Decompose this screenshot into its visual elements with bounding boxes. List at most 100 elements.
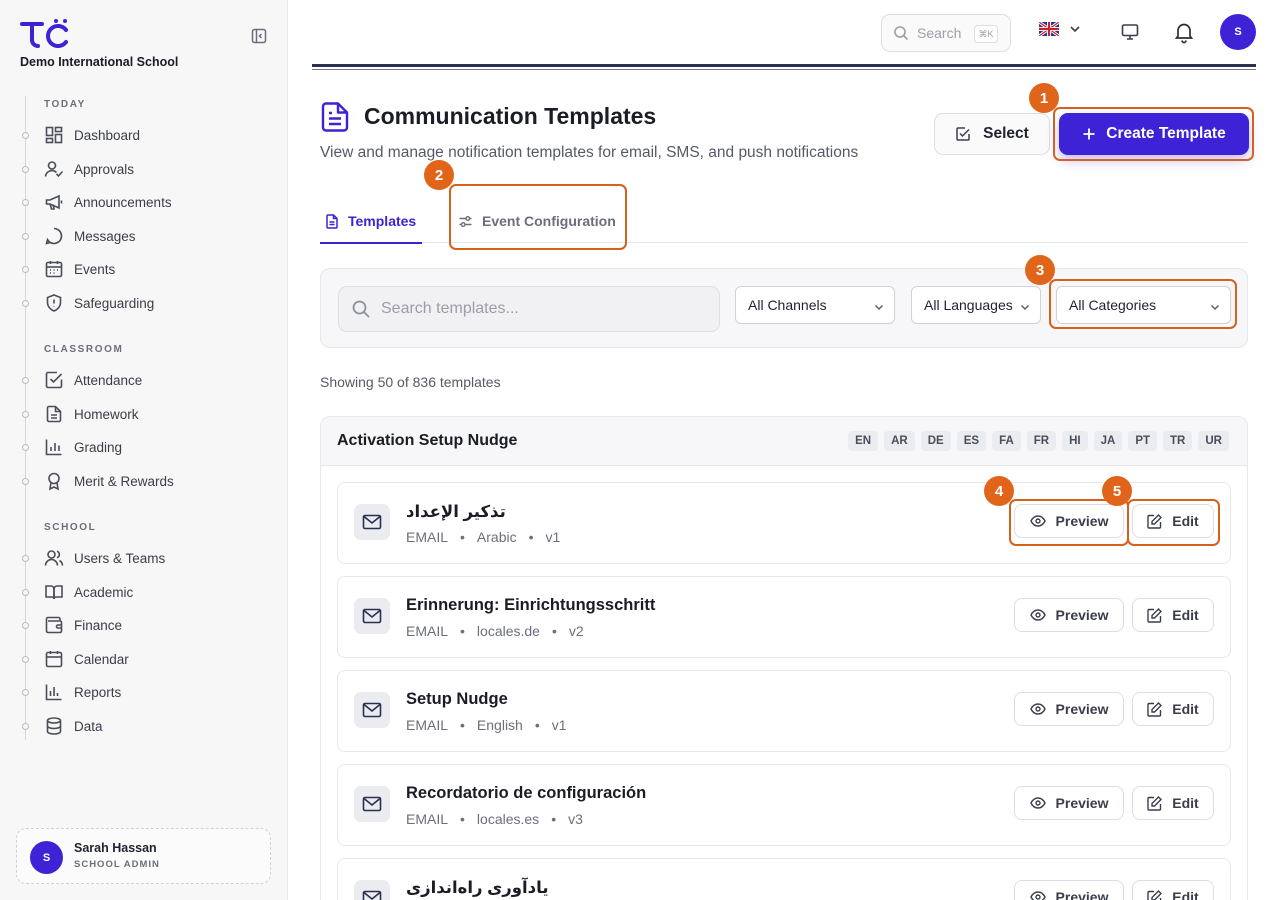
select-button-label: Select xyxy=(983,125,1029,142)
avatar[interactable]: S xyxy=(1220,14,1256,50)
nav-dot xyxy=(22,300,29,307)
tab-templates[interactable]: Templates xyxy=(320,200,422,244)
nav-dot xyxy=(22,723,29,730)
sidebar-item-label: Dashboard xyxy=(74,127,141,143)
language-badges: EN AR DE ES FA FR HI JA PT TR UR xyxy=(848,431,1229,451)
sidebar-item-label: Messages xyxy=(74,228,136,244)
header-divider xyxy=(312,64,1256,67)
create-template-button[interactable]: Create Template xyxy=(1059,113,1249,155)
nav-tree-line xyxy=(25,96,26,740)
sidebar-item-events[interactable]: Events xyxy=(44,255,115,283)
message-bubble-icon xyxy=(45,227,63,245)
sliders-icon xyxy=(459,215,472,227)
template-meta: EMAIL • Arabic • v1 xyxy=(406,529,561,545)
preview-button[interactable]: Preview xyxy=(1014,786,1124,820)
template-row: تذكير الإعداد EMAIL • Arabic • v1 Preview … xyxy=(337,482,1231,564)
sidebar-item-announcements[interactable]: Announcements xyxy=(44,188,172,216)
category-select[interactable]: All Categories xyxy=(1056,286,1231,324)
lang-badge: UR xyxy=(1198,431,1229,451)
sidebar-item-academic[interactable]: Academic xyxy=(44,578,133,606)
sidebar-item-safeguarding[interactable]: Safeguarding xyxy=(44,289,154,317)
annotation-marker: 3 xyxy=(1025,255,1055,285)
template-channel: EMAIL xyxy=(406,717,449,733)
section-today: TODAY xyxy=(44,99,86,110)
select-button[interactable]: Select xyxy=(934,113,1050,155)
nav-dot xyxy=(22,411,29,418)
sidebar-item-data[interactable]: Data xyxy=(44,712,103,740)
mail-icon xyxy=(362,796,382,812)
eye-icon xyxy=(1029,515,1046,527)
template-channel: EMAIL xyxy=(406,811,449,827)
edit-button[interactable]: Edit xyxy=(1132,598,1214,632)
edit-label: Edit xyxy=(1172,889,1199,900)
chevron-down-icon xyxy=(1070,26,1080,33)
tab-event-configuration[interactable]: Event Configuration xyxy=(458,200,616,242)
bell-icon[interactable] xyxy=(1172,20,1196,44)
sidebar-collapse-icon[interactable] xyxy=(251,28,267,44)
user-name: Sarah Hassan xyxy=(74,841,157,855)
channel-select[interactable]: All Channels xyxy=(735,286,895,324)
edit-label: Edit xyxy=(1172,701,1199,717)
edit-icon xyxy=(1147,607,1163,623)
page-title: Communication Templates xyxy=(364,103,657,129)
sidebar-item-label: Safeguarding xyxy=(74,295,155,311)
edit-button[interactable]: Edit xyxy=(1132,692,1214,726)
template-meta: EMAIL • locales.es • v3 xyxy=(406,811,583,827)
preview-label: Preview xyxy=(1055,889,1109,900)
megaphone-icon xyxy=(45,194,63,210)
template-name: تذكير الإعداد xyxy=(406,503,506,521)
mail-icon xyxy=(362,702,382,718)
sidebar-item-homework[interactable]: Homework xyxy=(44,400,139,428)
preview-label: Preview xyxy=(1055,513,1109,529)
shield-alert-icon xyxy=(46,294,62,312)
template-row: Erinnerung: Einrichtungsschritt EMAIL • l… xyxy=(337,576,1231,658)
language-selector[interactable] xyxy=(1039,22,1081,36)
global-search-input[interactable]: Search ⌘K xyxy=(881,14,1011,52)
template-version: v1 xyxy=(551,717,567,733)
template-version: v1 xyxy=(545,529,561,545)
eye-icon xyxy=(1029,609,1046,621)
sidebar-item-grading[interactable]: Grading xyxy=(44,433,122,461)
sidebar-item-label: Approvals xyxy=(74,161,135,177)
channel-select-value: All Channels xyxy=(748,297,827,313)
lang-badge: HI xyxy=(1062,431,1088,451)
edit-button[interactable]: Edit xyxy=(1132,786,1214,820)
user-profile-card[interactable]: S Sarah Hassan SCHOOL ADMIN xyxy=(16,828,271,884)
sidebar-item-label: Users & Teams xyxy=(74,550,166,566)
mail-icon xyxy=(362,608,382,624)
chart-columns-icon xyxy=(45,684,62,701)
sidebar-item-users[interactable]: Users & Teams xyxy=(44,544,165,572)
monitor-icon[interactable] xyxy=(1120,22,1140,42)
edit-button[interactable]: Edit xyxy=(1132,504,1214,538)
preview-button[interactable]: Preview xyxy=(1014,880,1124,900)
template-meta: EMAIL • English • v1 xyxy=(406,717,567,733)
sidebar-item-label: Reports xyxy=(74,684,122,700)
sidebar: Demo International School TODAY Dashboar… xyxy=(0,0,288,900)
tab-label: Event Configuration xyxy=(482,213,616,229)
annotation-marker: 4 xyxy=(984,476,1014,506)
sidebar-item-reports[interactable]: Reports xyxy=(44,678,121,706)
sidebar-item-attendance[interactable]: Attendance xyxy=(44,366,142,394)
sidebar-item-dashboard[interactable]: Dashboard xyxy=(44,121,140,149)
preview-button[interactable]: Preview xyxy=(1014,692,1124,726)
document-icon xyxy=(46,405,62,423)
sidebar-item-messages[interactable]: Messages xyxy=(44,222,136,250)
lang-badge: DE xyxy=(920,431,951,451)
dashboard-icon xyxy=(45,126,63,144)
sidebar-item-approvals[interactable]: Approvals xyxy=(44,155,134,183)
sidebar-item-merit[interactable]: Merit & Rewards xyxy=(44,467,174,495)
user-role: SCHOOL ADMIN xyxy=(74,859,160,870)
sidebar-item-finance[interactable]: Finance xyxy=(44,611,122,639)
annotation-marker: 2 xyxy=(424,160,454,190)
edit-button[interactable]: Edit xyxy=(1132,880,1214,900)
template-group-header: Activation Setup Nudge EN AR DE ES FA FR… xyxy=(320,416,1248,466)
sidebar-item-label: Announcements xyxy=(74,194,172,210)
preview-button[interactable]: Preview xyxy=(1014,598,1124,632)
preview-label: Preview xyxy=(1055,795,1109,811)
preview-button[interactable]: Preview xyxy=(1014,504,1124,538)
language-select[interactable]: All Languages xyxy=(911,286,1041,324)
channel-badge xyxy=(354,880,390,900)
template-search-input[interactable]: Search templates... xyxy=(338,286,720,332)
sidebar-item-calendar[interactable]: Calendar xyxy=(44,645,129,673)
nav-dot xyxy=(22,589,29,596)
